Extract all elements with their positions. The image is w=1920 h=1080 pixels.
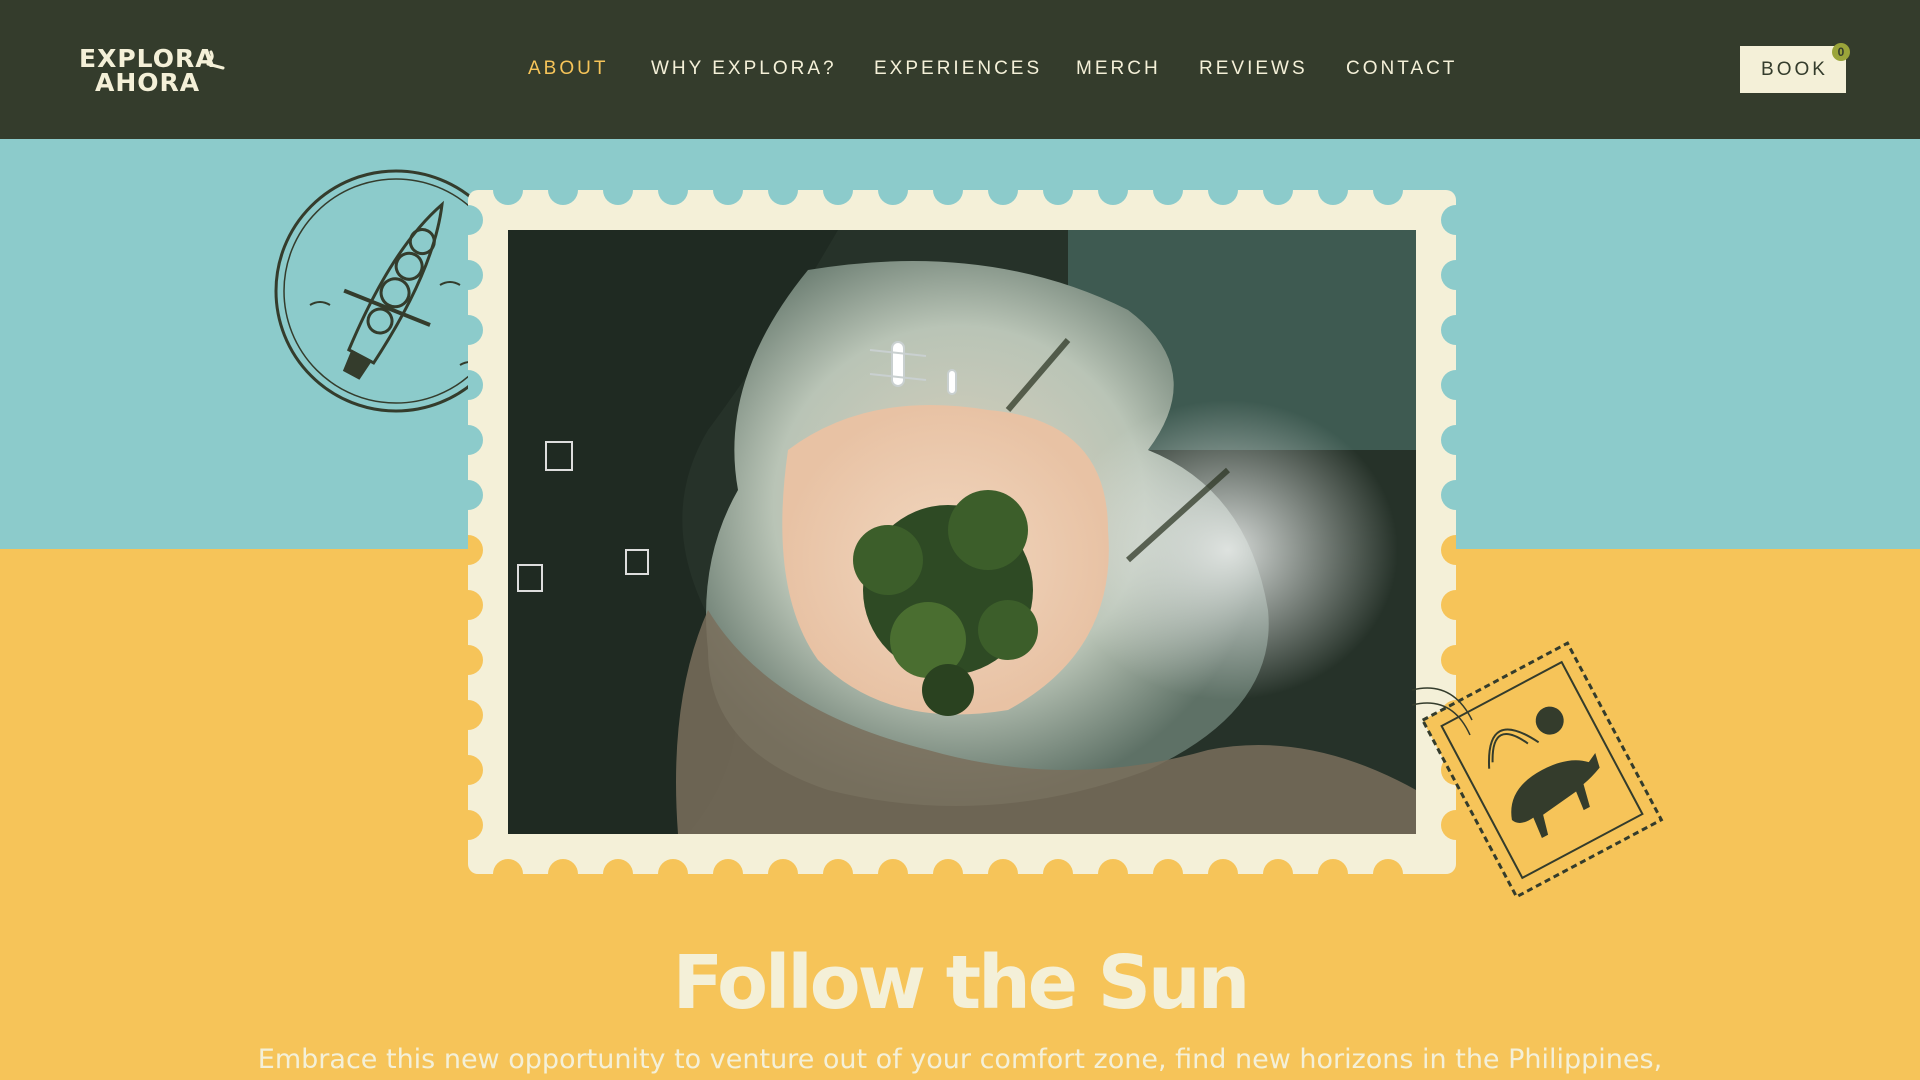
postage-stamp-frame (468, 190, 1456, 874)
hero-subtext: Embrace this new opportunity to venture … (257, 1044, 1663, 1075)
nav-contact[interactable]: CONTACT (1346, 56, 1457, 82)
main-menu: ABOUT WHY EXPLORA? EXPERIENCES MERCH REV… (0, 56, 1920, 82)
cart-count-badge: 0 (1832, 43, 1850, 61)
island-aerial-photo (508, 230, 1416, 834)
nav-merch[interactable]: MERCH (1076, 56, 1161, 82)
hero-headline: Follow the Sun (672, 940, 1251, 1026)
nav-reviews[interactable]: REVIEWS (1199, 56, 1308, 82)
site-header: EXPLORA AHORA ABOUT WHY EXPLORA? EXPERIE… (0, 0, 1920, 139)
nav-why-explora[interactable]: WHY EXPLORA? (651, 56, 837, 82)
nav-experiences[interactable]: EXPERIENCES (874, 56, 1042, 82)
carabao-stamp-icon (1412, 641, 1664, 899)
book-button[interactable]: BOOK (1740, 46, 1846, 93)
nav-about[interactable]: ABOUT (528, 56, 608, 82)
